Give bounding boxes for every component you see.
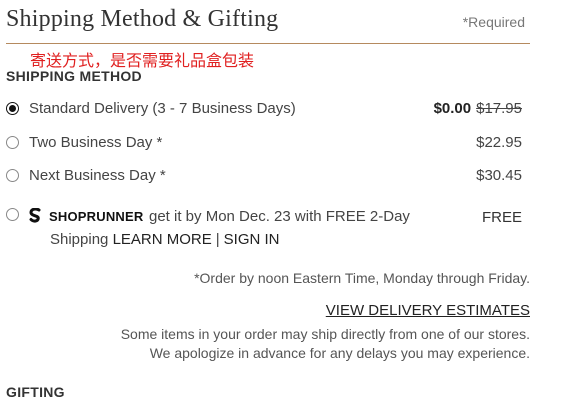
- shoprunner-logo-icon: [29, 208, 41, 223]
- shipping-method-heading: SHIPPING METHOD: [6, 68, 142, 84]
- option-label-next-day: Next Business Day *: [29, 167, 166, 184]
- shoprunner-text: get it by Mon Dec. 23 with FREE 2-Day: [149, 208, 410, 225]
- option-label-standard: Standard Delivery (3 - 7 Business Days): [29, 100, 296, 117]
- learn-more-link[interactable]: LEARN MORE: [113, 231, 212, 248]
- shoprunner-brand: SHOPRUNNER: [49, 209, 144, 224]
- store-shipping-note: Some items in your order may ship direct…: [121, 325, 530, 363]
- sign-in-link[interactable]: SIGN IN: [224, 231, 280, 248]
- store-note-line1: Some items in your order may ship direct…: [120, 326, 530, 342]
- radio-standard[interactable]: [6, 102, 19, 115]
- option-label-two-day: Two Business Day *: [29, 134, 163, 151]
- page-title: Shipping Method & Gifting: [6, 6, 279, 32]
- order-cutoff-note: *Order by noon Eastern Time, Monday thro…: [194, 270, 530, 286]
- header-divider: [6, 43, 530, 44]
- shipping-option-two-day[interactable]: Two Business Day * $22.95: [6, 134, 522, 154]
- price-next-day: $30.45: [476, 167, 522, 184]
- radio-shoprunner[interactable]: [6, 208, 19, 221]
- store-note-line2: We apologize in advance for any delays y…: [149, 345, 530, 361]
- link-separator: |: [215, 231, 220, 248]
- shipping-option-next-day[interactable]: Next Business Day * $30.45: [6, 167, 522, 187]
- shoprunner-shipping-word: Shipping: [50, 231, 109, 248]
- view-delivery-estimates-link[interactable]: VIEW DELIVERY ESTIMATES: [326, 302, 530, 319]
- price-standard: $0.00 $17.95: [434, 100, 522, 117]
- required-note: *Required: [462, 14, 525, 30]
- price-two-day: $22.95: [476, 134, 522, 151]
- shoprunner-text-line2: Shipping LEARN MORE | SIGN IN: [50, 231, 280, 248]
- price-current-standard: $0.00: [433, 100, 472, 117]
- price-original-standard: $17.95: [476, 100, 522, 117]
- price-shoprunner: FREE: [481, 209, 522, 226]
- shipping-option-standard[interactable]: Standard Delivery (3 - 7 Business Days) …: [6, 100, 522, 120]
- radio-next-day[interactable]: [6, 169, 19, 182]
- radio-two-day[interactable]: [6, 136, 19, 149]
- gifting-heading: GIFTING: [6, 384, 65, 400]
- shipping-option-shoprunner[interactable]: SHOPRUNNER get it by Mon Dec. 23 with FR…: [6, 206, 522, 250]
